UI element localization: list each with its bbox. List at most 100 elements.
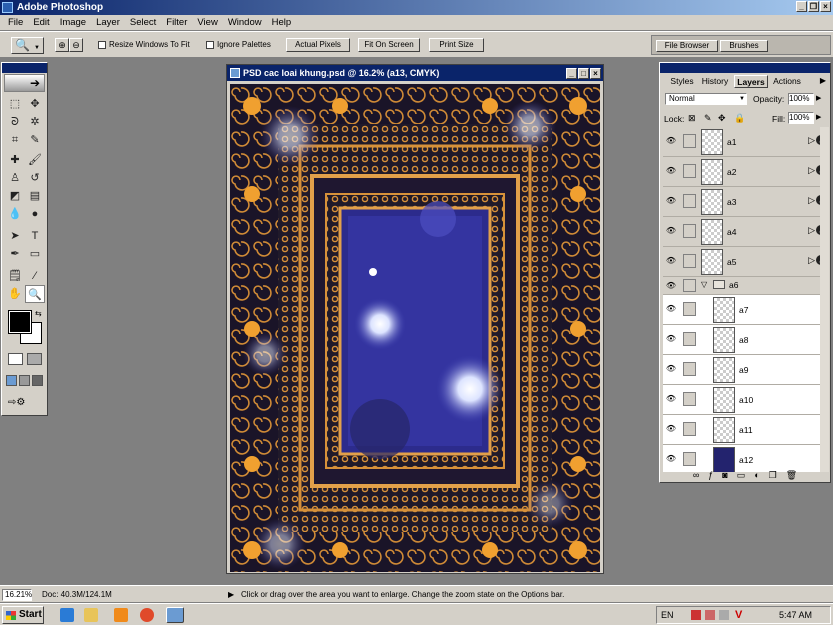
minimize-button[interactable]: _ bbox=[796, 1, 807, 12]
lock-transparency-icon[interactable]: ⊠ bbox=[688, 113, 696, 124]
menu-select[interactable]: Select bbox=[125, 17, 161, 28]
history-brush-tool-icon[interactable]: ↺ bbox=[25, 169, 45, 187]
menu-help[interactable]: Help bbox=[267, 17, 297, 28]
layer-row[interactable]: 👁a3▷ƒ bbox=[663, 187, 829, 217]
lock-all-icon[interactable]: 🔒 bbox=[734, 113, 745, 124]
start-button[interactable]: Start bbox=[2, 606, 44, 624]
screen-mode-icon[interactable] bbox=[6, 375, 46, 387]
ignore-palettes-checkbox[interactable]: Ignore Palettes bbox=[206, 40, 271, 49]
fit-on-screen-button[interactable]: Fit On Screen bbox=[358, 38, 420, 52]
palette-menu-icon[interactable]: ▶ bbox=[820, 76, 826, 85]
media-player-icon[interactable] bbox=[114, 608, 128, 622]
close-button[interactable]: × bbox=[820, 1, 831, 12]
eye-icon[interactable]: 👁 bbox=[665, 364, 677, 374]
eye-icon[interactable]: 👁 bbox=[665, 166, 677, 176]
foreground-color-swatch[interactable] bbox=[8, 310, 32, 334]
tab-styles[interactable]: Styles bbox=[668, 75, 696, 88]
layer-row[interactable]: 👁a1▷ƒ bbox=[663, 127, 829, 157]
slice-tool-icon[interactable]: ✎ bbox=[25, 131, 45, 149]
effects-expand-icon[interactable]: ▷ bbox=[808, 165, 815, 176]
link-toggle[interactable] bbox=[683, 134, 696, 148]
firefox-icon[interactable] bbox=[140, 608, 154, 622]
eye-icon[interactable]: 👁 bbox=[665, 424, 677, 434]
hand-tool-icon[interactable]: ✋ bbox=[5, 285, 25, 303]
layer-row[interactable]: 👁 a7 bbox=[663, 295, 829, 325]
document-window[interactable]: PSD cac loai khung.psd @ 16.2% (a13, CMY… bbox=[226, 64, 604, 574]
layer-group-row[interactable]: 👁 ▽ a6 bbox=[663, 277, 829, 295]
magic-wand-tool-icon[interactable]: ✲ bbox=[25, 113, 45, 131]
menu-file[interactable]: File bbox=[3, 17, 28, 28]
lock-position-icon[interactable]: ✥ bbox=[718, 113, 726, 124]
healing-brush-tool-icon[interactable]: ✚ bbox=[5, 151, 25, 169]
doc-close-button[interactable]: × bbox=[590, 68, 601, 79]
link-toggle[interactable] bbox=[683, 279, 696, 292]
layer-row[interactable]: 👁 a11 bbox=[663, 415, 829, 445]
eye-icon[interactable]: 👁 bbox=[665, 196, 677, 206]
pen-tool-icon[interactable]: ✒ bbox=[5, 245, 25, 263]
link-toggle[interactable] bbox=[683, 392, 696, 406]
layer-row[interactable]: 👁a5▷ƒ bbox=[663, 247, 829, 277]
marquee-tool-icon[interactable]: ⬚ bbox=[5, 95, 25, 113]
menu-window[interactable]: Window bbox=[223, 17, 267, 28]
eye-icon[interactable]: 👁 bbox=[665, 256, 677, 266]
link-toggle[interactable] bbox=[683, 224, 696, 238]
layer-row[interactable]: 👁 a8 bbox=[663, 325, 829, 355]
tray-app-icon[interactable] bbox=[705, 610, 715, 620]
eye-icon[interactable]: 👁 bbox=[665, 304, 677, 314]
adjustment-layer-icon[interactable]: ◐ bbox=[754, 470, 759, 481]
language-indicator[interactable]: EN bbox=[661, 610, 674, 620]
effects-expand-icon[interactable]: ▷ bbox=[808, 195, 815, 206]
link-toggle[interactable] bbox=[683, 302, 696, 316]
zoom-level-field[interactable]: 16.21% bbox=[2, 589, 32, 601]
tray-app-icon[interactable] bbox=[719, 610, 729, 620]
gradient-tool-icon[interactable]: ▤ bbox=[25, 187, 45, 205]
new-layer-icon[interactable]: ❐ bbox=[769, 470, 777, 481]
tab-brushes[interactable]: Brushes bbox=[720, 40, 768, 52]
layer-row[interactable]: 👁a2▷ƒ bbox=[663, 157, 829, 187]
shape-tool-icon[interactable]: ▭ bbox=[25, 245, 45, 263]
move-tool-icon[interactable]: ✥ bbox=[25, 95, 45, 113]
eye-icon[interactable]: 👁 bbox=[665, 226, 677, 236]
group-expand-icon[interactable]: ▽ bbox=[701, 280, 707, 289]
eyedropper-tool-icon[interactable]: ⁄ bbox=[25, 267, 45, 285]
swap-colors-icon[interactable]: ⇆ bbox=[35, 309, 42, 318]
blend-mode-select[interactable]: Normal ▼ bbox=[665, 93, 747, 105]
blur-tool-icon[interactable]: 💧 bbox=[5, 205, 25, 223]
menu-image[interactable]: Image bbox=[55, 17, 91, 28]
fill-input[interactable]: 100% bbox=[788, 112, 814, 124]
doc-minimize-button[interactable]: _ bbox=[566, 68, 577, 79]
layers-scrollbar[interactable] bbox=[820, 127, 829, 472]
add-style-icon[interactable]: ƒ bbox=[708, 470, 713, 481]
link-layers-icon[interactable]: ∞ bbox=[693, 470, 699, 481]
menu-filter[interactable]: Filter bbox=[161, 17, 192, 28]
trash-icon[interactable]: 🗑 bbox=[786, 470, 797, 481]
actual-pixels-button[interactable]: Actual Pixels bbox=[286, 38, 350, 52]
link-toggle[interactable] bbox=[683, 164, 696, 178]
link-toggle[interactable] bbox=[683, 194, 696, 208]
fill-slider-arrow[interactable]: ▶ bbox=[816, 113, 821, 121]
doc-maximize-button[interactable]: □ bbox=[578, 68, 589, 79]
eye-icon[interactable]: 👁 bbox=[665, 394, 677, 404]
type-tool-icon[interactable]: T bbox=[25, 227, 45, 245]
eye-icon[interactable]: 👁 bbox=[665, 334, 677, 344]
zoom-out-icon[interactable]: ⊖ bbox=[69, 38, 83, 52]
clone-stamp-tool-icon[interactable]: ♙ bbox=[5, 169, 25, 187]
lasso-tool-icon[interactable]: ᘐ bbox=[5, 113, 25, 131]
tray-app-icon[interactable] bbox=[691, 610, 701, 620]
tab-layers[interactable]: Layers bbox=[734, 75, 768, 88]
folder-icon[interactable] bbox=[84, 608, 98, 622]
notes-tool-icon[interactable]: 🗒 bbox=[5, 267, 25, 285]
eye-icon[interactable]: 👁 bbox=[665, 454, 677, 464]
menu-edit[interactable]: Edit bbox=[28, 17, 54, 28]
image-canvas[interactable] bbox=[230, 84, 600, 572]
tab-file-browser[interactable]: File Browser bbox=[656, 40, 718, 52]
opacity-input[interactable]: 100% bbox=[788, 93, 814, 105]
jump-to-imageready-icon[interactable]: ⇨⚙ bbox=[8, 397, 42, 411]
crop-tool-icon[interactable]: ⌗ bbox=[5, 131, 25, 149]
link-toggle[interactable] bbox=[683, 452, 696, 466]
new-set-icon[interactable]: ▭ bbox=[737, 470, 746, 481]
taskbar-photoshop-button[interactable] bbox=[166, 607, 184, 623]
dodge-tool-icon[interactable]: ● bbox=[25, 205, 45, 223]
opacity-slider-arrow[interactable]: ▶ bbox=[816, 94, 821, 102]
document-titlebar[interactable]: PSD cac loai khung.psd @ 16.2% (a13, CMY… bbox=[227, 65, 603, 81]
